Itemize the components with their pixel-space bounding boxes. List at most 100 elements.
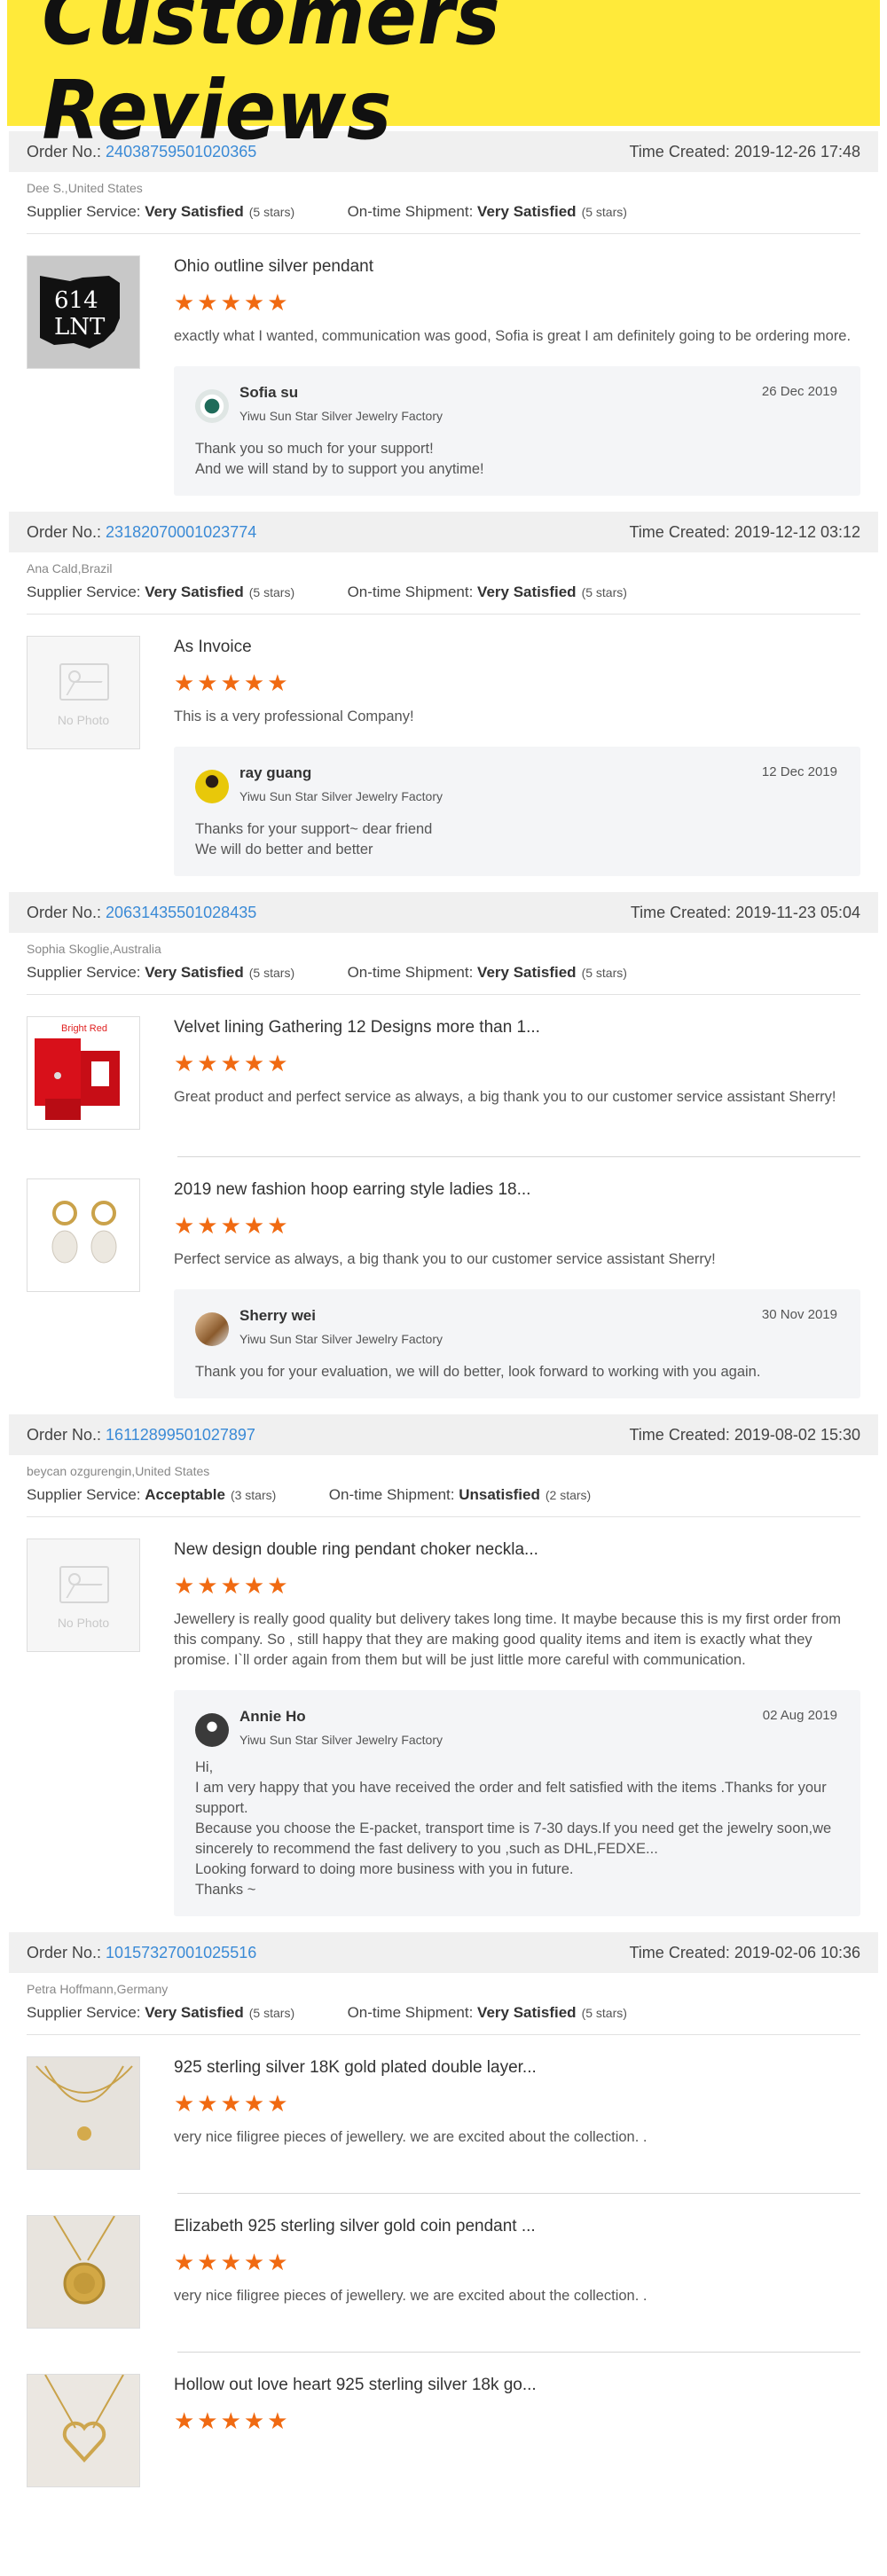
buyer-info: Petra Hoffmann,Germany Supplier Service:… [9, 1973, 878, 2035]
reply-line: I am very happy that you have received t… [195, 1780, 827, 1816]
time-created-label: Time Created: [629, 522, 730, 541]
time-created-value: 2019-02-06 10:36 [734, 1943, 860, 1961]
shipment-label: On-time Shipment: [347, 583, 474, 600]
reply-line: Looking forward to doing more business w… [195, 1861, 574, 1877]
product-thumbnail[interactable] [27, 2215, 140, 2329]
reply-shop: Yiwu Sun Star Silver Jewelry Factory [239, 789, 443, 803]
review-item: Hollow out love heart 925 sterling silve… [9, 2353, 878, 2503]
shipment-rating: Unsatisfied [459, 1486, 540, 1503]
time-created-label: Time Created: [630, 903, 732, 921]
order-card: Order No.: 20631435501028435 Time Create… [9, 892, 878, 1414]
product-thumbnail[interactable] [27, 2374, 140, 2487]
heart-pendant-image [44, 2375, 124, 2462]
star-rating: ★★★★★ [174, 2090, 291, 2117]
order-header: Order No.: 23182070001023774 Time Create… [9, 512, 878, 552]
review-item: 925 sterling silver 18K gold plated doub… [9, 2035, 878, 2193]
review-item: 614 LNT Ohio outline silver pendant ★★★★… [9, 234, 878, 512]
shipment-label: On-time Shipment: [347, 964, 474, 981]
avatar [195, 389, 229, 423]
shipment-stars: (5 stars) [581, 966, 627, 980]
avatar [195, 770, 229, 803]
time-created-value: 2019-11-23 05:04 [735, 903, 860, 921]
product-title[interactable]: Velvet lining Gathering 12 Designs more … [174, 1018, 860, 1037]
order-number-link[interactable]: 10157327001025516 [106, 1944, 256, 1961]
product-thumbnail[interactable]: No Photo [27, 1539, 140, 1652]
order-header: Order No.: 20631435501028435 Time Create… [9, 892, 878, 933]
shipment-label: On-time Shipment: [328, 1486, 455, 1503]
service-ratings: Supplier Service: Very Satisfied (5 stars… [27, 583, 860, 615]
thumb-text-lnt: LNT [54, 314, 106, 341]
time-created-value: 2019-08-02 15:30 [734, 1425, 860, 1444]
supplier-service-label: Supplier Service: [27, 1486, 141, 1503]
time-created-label: Time Created: [629, 1943, 730, 1961]
order-header: Order No.: 16112899501027897 Time Create… [9, 1414, 878, 1455]
supplier-service-label: Supplier Service: [27, 583, 141, 600]
product-title[interactable]: Ohio outline silver pendant [174, 257, 860, 277]
review-comment: Great product and perfect service as alw… [174, 1089, 836, 1105]
order-number-link[interactable]: 16112899501027897 [106, 1426, 255, 1444]
product-title[interactable]: New design double ring pendant choker ne… [174, 1540, 860, 1560]
gold-necklace-image [35, 2065, 133, 2141]
reply-author: Sherry wei [239, 1307, 316, 1324]
order-number-link[interactable]: 20631435501028435 [106, 904, 256, 921]
supplier-stars: (5 stars) [248, 2006, 295, 2020]
reply-line: And we will stand by to support you anyt… [195, 461, 484, 477]
order-no-label: Order No.: [27, 1425, 102, 1444]
no-photo-icon [59, 1566, 109, 1603]
service-ratings: Supplier Service: Acceptable (3 stars) On… [27, 1486, 860, 1517]
review-comment: Jewellery is really good quality but del… [174, 1611, 841, 1668]
product-thumbnail[interactable] [27, 1178, 140, 1292]
reply-line: Hi, [195, 1759, 214, 1775]
shipment-stars: (5 stars) [581, 205, 627, 219]
seller-reply: Sherry wei Yiwu Sun Star Silver Jewelry … [174, 1289, 860, 1398]
gold-coin-pendant-image [53, 2216, 115, 2305]
star-rating: ★★★★★ [174, 289, 291, 316]
star-rating: ★★★★★ [174, 1572, 291, 1599]
product-title[interactable]: As Invoice [174, 638, 860, 657]
review-comment: Perfect service as always, a big thank y… [174, 1251, 716, 1267]
review-item: Elizabeth 925 sterling silver gold coin … [9, 2194, 878, 2352]
reply-author: Annie Ho [239, 1708, 306, 1725]
reply-text: Thank you for your evaluation, we will d… [195, 1362, 837, 1382]
order-no-label: Order No.: [27, 903, 102, 921]
supplier-rating: Very Satisfied [145, 203, 244, 220]
reply-shop: Yiwu Sun Star Silver Jewelry Factory [239, 1733, 443, 1747]
product-thumbnail[interactable] [27, 2056, 140, 2170]
product-title[interactable]: 2019 new fashion hoop earring style ladi… [174, 1180, 860, 1200]
review-comment: This is a very professional Company! [174, 709, 414, 724]
review-comment: very nice filigree pieces of jewellery. … [174, 2288, 648, 2304]
reply-shop: Yiwu Sun Star Silver Jewelry Factory [239, 1332, 443, 1346]
buyer-info: Dee S.,United States Supplier Service: V… [9, 172, 878, 234]
no-photo-label: No Photo [57, 713, 110, 727]
product-title[interactable]: 925 sterling silver 18K gold plated doub… [174, 2058, 860, 2078]
product-thumbnail[interactable]: 614 LNT [27, 255, 140, 369]
service-ratings: Supplier Service: Very Satisfied (5 stars… [27, 964, 860, 995]
thumb-bright-red-label: Bright Red [61, 1023, 107, 1034]
reply-line: Because you choose the E-packet, transpo… [195, 1820, 832, 1857]
reply-date: 26 Dec 2019 [761, 384, 837, 399]
review-item: No Photo New design double ring pendant … [9, 1517, 878, 1932]
review-item: No Photo As Invoice ★★★★★ This is a very… [9, 615, 878, 892]
red-jewelry-box-image: Bright Red [35, 1023, 120, 1120]
reply-line: Thanks for your support~ dear friend [195, 821, 433, 837]
reply-date: 12 Dec 2019 [761, 764, 837, 779]
seller-reply: Annie Ho Yiwu Sun Star Silver Jewelry Fa… [174, 1690, 860, 1916]
product-thumbnail[interactable]: Bright Red [27, 1016, 140, 1130]
no-photo-icon [59, 663, 109, 701]
service-ratings: Supplier Service: Very Satisfied (5 stars… [27, 2004, 860, 2035]
shipment-rating: Very Satisfied [477, 964, 577, 981]
product-thumbnail[interactable]: No Photo [27, 636, 140, 749]
shipment-rating: Very Satisfied [477, 203, 577, 220]
supplier-rating: Acceptable [145, 1486, 225, 1503]
reply-author: Sofia su [239, 384, 299, 401]
supplier-stars: (5 stars) [248, 585, 295, 599]
buyer-name: Dee S.,United States [27, 181, 143, 195]
buyer-info: beycan ozgurengin,United States Supplier… [9, 1455, 878, 1517]
thumb-text-614: 614 [54, 287, 98, 314]
order-number-link[interactable]: 23182070001023774 [106, 523, 256, 541]
product-title[interactable]: Elizabeth 925 sterling silver gold coin … [174, 2217, 860, 2236]
product-title[interactable]: Hollow out love heart 925 sterling silve… [174, 2376, 860, 2395]
buyer-name: beycan ozgurengin,United States [27, 1464, 210, 1478]
reply-author: ray guang [239, 764, 312, 781]
order-card: Order No.: 16112899501027897 Time Create… [9, 1414, 878, 1932]
